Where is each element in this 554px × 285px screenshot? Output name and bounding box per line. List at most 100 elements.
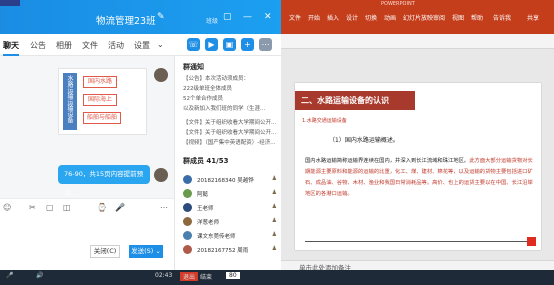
notice-line[interactable]: 52个单合作成员	[183, 94, 279, 102]
chevron-down-icon[interactable]: ⌄	[157, 40, 164, 49]
slide-body-lead: 国内水路运输简称运输界连续在国内，并深入到长江流域和珠江地区。	[305, 158, 470, 164]
chat-area[interactable]: 水路运输运输设备 国内水路 国际海上 船舶与船舶 76-90，共15页内容提前预…	[0, 56, 174, 198]
member-row[interactable]: 课文东莞传老师 ♟	[183, 230, 279, 242]
tab-design[interactable]: 设计	[346, 13, 358, 22]
tab-review[interactable]: 审阅	[433, 13, 445, 22]
microphone-icon[interactable]: 🎤	[6, 272, 13, 279]
avatar[interactable]	[154, 168, 168, 182]
slide[interactable]: 二、水路运输设备的认识 1.水路交通运输设备 （1）国内水路运输概述。 国内水路…	[295, 83, 541, 250]
notice-line[interactable]: 【文件】关于组织收看大学期间公开...	[183, 128, 279, 136]
send-button[interactable]: 发送(S) ⌄	[129, 245, 163, 258]
notice-line[interactable]: 222级单班全体成员	[183, 84, 279, 92]
file-icon[interactable]: ▢	[46, 203, 54, 212]
avatar	[183, 203, 192, 212]
tab-announcement[interactable]: 公告	[30, 40, 46, 51]
speaker-icon[interactable]: 🔊	[36, 272, 43, 279]
tab-file[interactable]: 文件	[289, 13, 301, 22]
avatar[interactable]	[154, 68, 168, 82]
top-left-tag	[0, 0, 20, 6]
member-count: 群成员 41/53	[183, 157, 229, 165]
avatar	[183, 175, 192, 184]
image-icon[interactable]: ◫	[63, 203, 71, 212]
add-member-icon[interactable]: +	[241, 38, 254, 51]
group-title: 物流管理23班	[96, 16, 156, 27]
edit-icon[interactable]: ✎	[157, 12, 165, 22]
send-button-label: 发送(S)	[131, 247, 154, 255]
member-row[interactable]: 阿懿 ♟	[183, 188, 279, 200]
member-name: 20182167752 周雨	[197, 248, 249, 254]
exit-button[interactable]: 退出	[180, 272, 199, 281]
member-row[interactable]: 王老师 ♟	[183, 202, 279, 214]
tab-album[interactable]: 相册	[56, 40, 72, 51]
chat-input-toolbar: ☺ ✂ ▢ ◫ ⌚ 🎤 ⋯	[0, 198, 174, 216]
image-message[interactable]: 水路运输运输设备 国内水路 国际海上 船舶与船舶	[58, 68, 147, 135]
chevron-down-icon[interactable]: ⌄	[155, 247, 160, 255]
slide-heading: （1）国内水路运输概述。	[329, 137, 399, 144]
slide-canvas[interactable]: 二、水路运输设备的认识 1.水路交通运输设备 （1）国内水路运输概述。 国内水路…	[281, 49, 554, 260]
share-screen-icon[interactable]: ▣	[223, 38, 236, 51]
member-role-icon: ♟	[271, 189, 277, 196]
group-flag: 班级	[206, 18, 219, 25]
microphone-icon[interactable]: 🎤	[115, 203, 125, 212]
tab-files[interactable]: 文件	[82, 40, 98, 51]
tab-chat[interactable]: 聊天	[3, 40, 19, 51]
video-icon[interactable]: ▶	[205, 38, 218, 51]
share-button[interactable]: 共享	[527, 13, 539, 22]
tab-view[interactable]: 视图	[452, 13, 464, 22]
qq-group-chat-window: 物流管理23班 ✎ 班级 ▢ — ✕ 聊天 公告 相册 文件 活动 设置 ⌄ ☏…	[0, 0, 281, 270]
emoji-icon[interactable]: ☺	[3, 203, 11, 212]
notes-pane[interactable]: 单击此处添加备注	[281, 260, 554, 272]
ppt-titlebar: POWERPOINT	[281, 0, 554, 9]
member-row[interactable]: 洋葱老师 ♟	[183, 216, 279, 228]
slide-vertical-text: 水路运输运输设备	[66, 75, 73, 123]
screen: 物流管理23班 ✎ 班级 ▢ — ✕ 聊天 公告 相册 文件 活动 设置 ⌄ ☏…	[0, 0, 554, 285]
text-message: 76-90，共15页内容提前预习。	[58, 165, 150, 197]
tell-me-search[interactable]: 告诉我	[493, 13, 511, 22]
notice-title: 群通知	[183, 63, 204, 71]
member-role-icon: ♟	[271, 203, 277, 210]
message-input[interactable]	[0, 216, 174, 270]
slide-divider	[305, 241, 529, 242]
avatar	[183, 217, 192, 226]
tab-settings[interactable]: 设置	[134, 40, 150, 51]
tab-activities[interactable]: 活动	[108, 40, 124, 51]
app-name: POWERPOINT	[381, 1, 415, 7]
phone-icon[interactable]: ☏	[187, 38, 200, 51]
tab-animations[interactable]: 动画	[384, 13, 396, 22]
ppt-ribbon	[281, 34, 554, 49]
tab-slideshow[interactable]: 幻灯片放映	[403, 13, 433, 22]
member-role-icon: ♟	[271, 217, 277, 224]
notice-line[interactable]: 【文件】关于组织收看大学期间公开...	[183, 118, 279, 126]
member-name: 洋葱老师	[197, 220, 220, 226]
history-icon[interactable]: ⌚	[97, 203, 107, 212]
pill-ships: 船舶与船舶	[83, 112, 121, 124]
notice-line[interactable]: 【公告】本次活动须成员：	[183, 74, 279, 82]
notice-line[interactable]: 【视频】（国产集中英语配资）-经济...	[183, 138, 279, 146]
close-button[interactable]: 关闭(C)	[90, 245, 120, 258]
volume-level: 80	[226, 272, 240, 279]
slide-body: 国内水路运输简称运输界连续在国内，并深入到长江流域和珠江地区。此方面大部分运输货…	[305, 156, 535, 200]
member-role-icon: ♟	[271, 245, 277, 252]
member-name: 课文东莞传老师	[197, 234, 236, 240]
tab-insert[interactable]: 插入	[327, 13, 339, 22]
ppt-ribbon-tabs: 文件 开始 插入 设计 切换 动画 幻灯片放映 审阅 视图 帮助 告诉我 共享	[281, 9, 554, 34]
tab-help[interactable]: 帮助	[471, 13, 483, 22]
qq-titlebar: 物流管理23班 ✎ 班级 ▢ — ✕	[0, 0, 281, 34]
tab-transitions[interactable]: 切换	[365, 13, 377, 22]
end-button[interactable]: 结束	[200, 272, 212, 281]
maximize-button[interactable]: ▢	[223, 12, 232, 22]
more-icon[interactable]: ⋯	[259, 38, 272, 51]
tab-home[interactable]: 开始	[308, 13, 320, 22]
notice-line[interactable]: 以及新加入我们班的同学（生涯...	[183, 104, 279, 112]
member-name: 20182168340 吴越铧	[197, 178, 254, 184]
more-icon[interactable]: ⋯	[160, 203, 168, 212]
avatar	[183, 189, 192, 198]
scissors-icon[interactable]: ✂	[29, 203, 36, 212]
close-window-button[interactable]: ✕	[264, 12, 272, 22]
member-row[interactable]: 20182167752 周雨 ♟	[183, 244, 279, 256]
member-role-icon: ♟	[271, 231, 277, 238]
minimize-button[interactable]: —	[243, 12, 252, 22]
slide-corner-mark	[527, 237, 536, 246]
member-row[interactable]: 20182168340 吴越铧 ♟	[183, 174, 279, 186]
slide-banner: 二、水路运输设备的认识	[295, 91, 415, 110]
